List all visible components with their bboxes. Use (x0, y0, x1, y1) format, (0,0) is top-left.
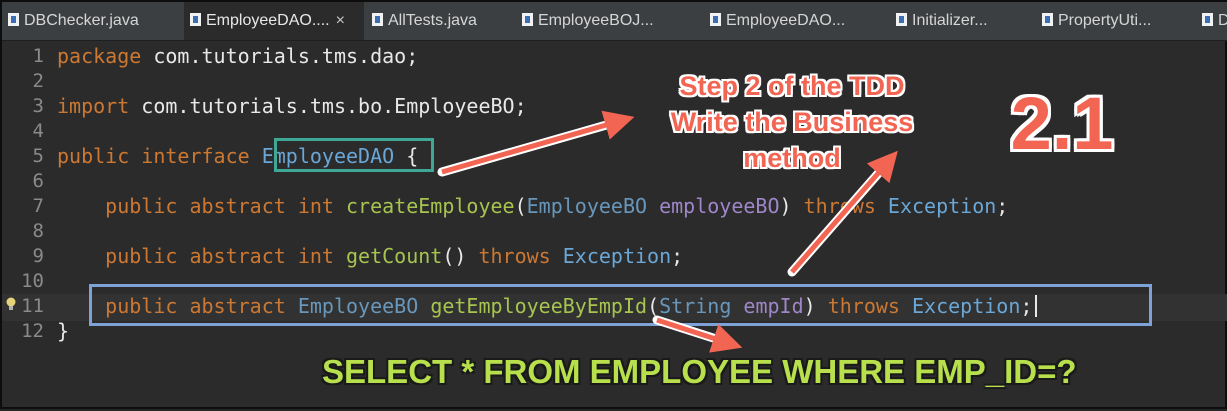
paren: ( (514, 194, 527, 218)
tab-employeedao-2[interactable]: EmployeeDAO... (704, 2, 890, 40)
semicolon: ; (996, 194, 1009, 218)
tab-label: PropertyUti... (1058, 12, 1152, 29)
annotation-line: method (743, 143, 841, 173)
param-type: EmployeeBO (526, 194, 648, 218)
tab-employeeboj[interactable]: EmployeeBOJ... (516, 2, 698, 40)
brace: } (57, 319, 70, 343)
java-file-icon (1202, 13, 1213, 26)
annotation-line: Write the Business (670, 107, 914, 137)
lightbulb-icon[interactable] (6, 296, 16, 310)
package-name: com.tutorials.tms.dao; (141, 44, 419, 68)
java-file-icon (190, 13, 201, 26)
line-number: 6 (32, 170, 44, 192)
keyword: package (57, 44, 142, 68)
line-number: 1 (32, 45, 44, 67)
method-highlight-box (89, 284, 1152, 326)
tab-label: D (1218, 12, 1227, 29)
tab-dbchecker[interactable]: DBChecker.java (2, 2, 180, 40)
line-number: 7 (32, 195, 44, 217)
line-number: 2 (32, 70, 44, 92)
parens: () (442, 244, 467, 268)
java-file-icon (710, 13, 721, 26)
tab-alltests[interactable]: AllTests.java (366, 2, 516, 40)
tab-employeedao-active[interactable]: EmployeeDAO.... × (184, 2, 364, 40)
sql-query-annotation: SELECT * FROM EMPLOYEE WHERE EMP_ID=? (322, 353, 1077, 390)
method-name: getCount (346, 244, 443, 268)
tab-initializer[interactable]: Initializer... (890, 2, 1034, 40)
modifiers: public abstract int (105, 194, 334, 218)
code-line-3: import com.tutorials.tms.bo.EmployeeBO; (57, 94, 527, 119)
code-line-7: public abstract int createEmployee(Emplo… (57, 194, 1008, 219)
tab-propertyutil[interactable]: PropertyUti... (1036, 2, 1196, 40)
close-icon[interactable]: × (336, 12, 345, 29)
tab-label: EmployeeDAO... (726, 12, 846, 29)
modifiers: public abstract int (105, 244, 334, 268)
annotation-line: Step 2 of the TDD (679, 71, 905, 101)
java-file-icon (522, 13, 533, 26)
paren: ) (779, 194, 792, 218)
throws-keyword: throws (478, 244, 551, 268)
semicolon: ; (671, 244, 684, 268)
keyword: public (57, 144, 130, 168)
ide-window: DBChecker.java EmployeeDAO.... × AllTests… (0, 0, 1227, 409)
line-number: 3 (32, 95, 44, 117)
keyword: interface (141, 144, 250, 168)
java-file-icon (372, 13, 383, 26)
code-line-12: } (57, 319, 69, 344)
line-number: 4 (32, 120, 44, 142)
line-number: 9 (32, 245, 44, 267)
tab-label: DBChecker.java (24, 12, 139, 29)
interface-name-highlight-box (274, 138, 434, 172)
tab-label: AllTests.java (388, 12, 477, 29)
tdd-step-annotation: Step 2 of the TDD Write the Business met… (622, 68, 962, 176)
java-file-icon (896, 13, 907, 26)
import-path: com.tutorials.tms.bo.EmployeeBO; (129, 94, 527, 118)
tab-truncated[interactable]: D (1196, 2, 1227, 40)
line-number: 10 (21, 270, 44, 292)
step-number-annotation: 2.1 (1010, 82, 1114, 165)
throws-keyword: throws (803, 194, 876, 218)
editor-tab-bar: DBChecker.java EmployeeDAO.... × AllTests… (2, 2, 1227, 41)
param-name: employeeBO (659, 194, 780, 218)
tab-label: Initializer... (912, 12, 988, 29)
tab-label: EmployeeDAO.... (206, 12, 330, 29)
java-file-icon (1042, 13, 1053, 26)
exception-type: Exception (887, 194, 997, 218)
keyword: import (57, 94, 130, 118)
line-number: 12 (21, 320, 44, 342)
method-name: createEmployee (346, 194, 515, 218)
code-line-9: public abstract int getCount() throws Ex… (57, 244, 683, 269)
exception-type: Exception (562, 244, 672, 268)
line-number: 5 (32, 145, 44, 167)
code-line-1: package com.tutorials.tms.dao; (57, 44, 418, 69)
tab-label: EmployeeBOJ... (538, 12, 654, 29)
line-number: 8 (32, 220, 44, 242)
java-file-icon (8, 13, 19, 26)
